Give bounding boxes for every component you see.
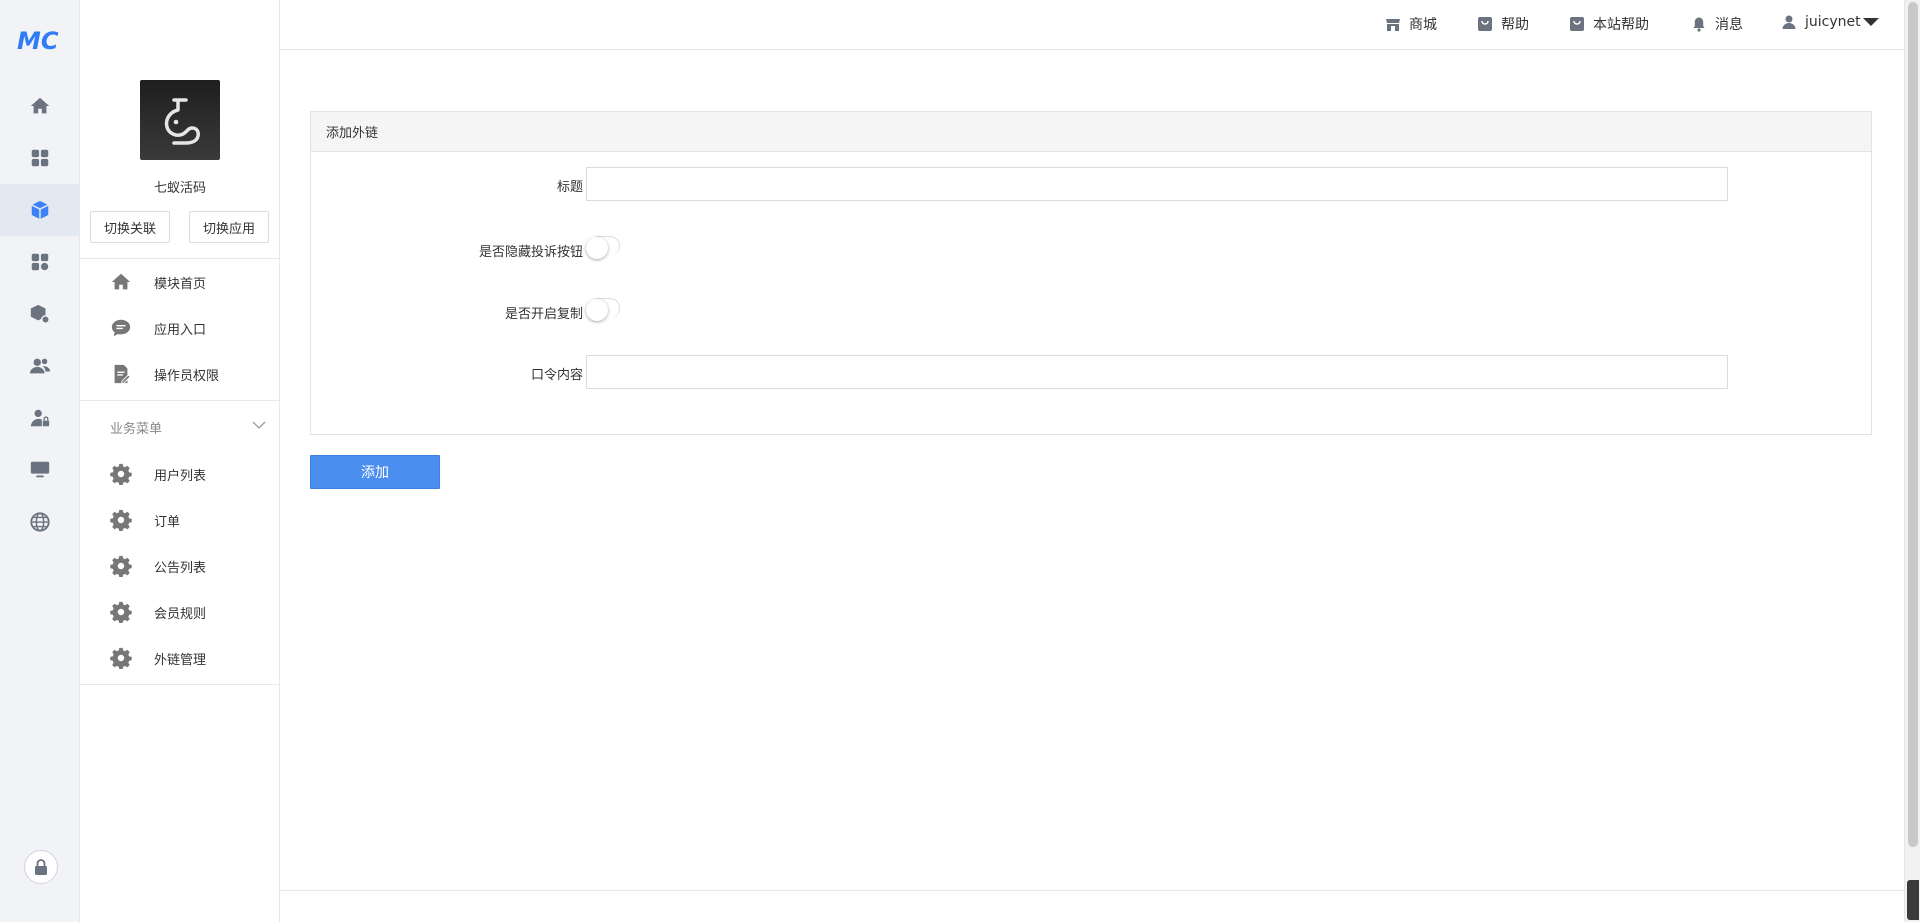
- topbar-link-site-help[interactable]: 本站帮助: [1569, 14, 1649, 34]
- nav-item-app-entry[interactable]: 应用入口: [80, 306, 280, 350]
- topbar-link-label: 本站帮助: [1593, 17, 1649, 33]
- icon-rail: MC: [0, 0, 80, 922]
- topbar-link-messages[interactable]: 消息: [1691, 14, 1743, 34]
- rail-modules[interactable]: [0, 184, 80, 236]
- rail-grid[interactable]: [0, 132, 80, 184]
- footer-divider: [280, 890, 1904, 891]
- toggle-knob: [586, 237, 608, 259]
- nav-item-external-links[interactable]: 外链管理: [80, 636, 280, 680]
- store-icon: [1386, 19, 1400, 31]
- brand-logo[interactable]: MC: [15, 26, 65, 54]
- app-logo-icon: [164, 98, 200, 145]
- rail-apps[interactable]: [0, 236, 80, 288]
- hide-complaint-toggle[interactable]: [586, 236, 620, 259]
- switch-app-button[interactable]: 切换应用: [189, 211, 269, 243]
- nav-item-label: 应用入口: [154, 322, 207, 338]
- lock-screen-button[interactable]: [24, 850, 58, 884]
- nav-item-label: 操作员权限: [154, 368, 220, 384]
- chevron-down-icon[interactable]: [252, 418, 266, 432]
- switch-link-button[interactable]: 切换关联: [90, 211, 170, 243]
- title-input[interactable]: [586, 167, 1728, 201]
- nav-item-label: 用户列表: [154, 468, 207, 484]
- gear-icon: [110, 463, 132, 485]
- module-name: 七蚁活码: [153, 181, 206, 196]
- password-input[interactable]: [586, 355, 1728, 389]
- nav-item-module-home[interactable]: 模块首页: [80, 260, 280, 304]
- divider: [80, 684, 280, 685]
- nav-item-label: 会员规则: [154, 606, 207, 622]
- nav-item-label: 模块首页: [154, 276, 207, 292]
- add-external-link-panel: 添加外链 标题 是否隐藏投诉按钮 是否开启复制 口令内容: [310, 111, 1872, 435]
- rail-user-permissions[interactable]: [0, 392, 80, 444]
- rail-globe[interactable]: [0, 496, 80, 548]
- user-icon: [1782, 15, 1796, 29]
- divider: [80, 258, 280, 259]
- caret-down-icon: [1862, 18, 1879, 26]
- mc-logo-icon: MC: [17, 27, 59, 54]
- rail-monitor[interactable]: [0, 444, 80, 496]
- user-lock-icon: [30, 409, 50, 427]
- edit-doc-icon: [110, 363, 132, 385]
- nav-item-announcements[interactable]: 公告列表: [80, 544, 280, 588]
- add-button[interactable]: 添加: [310, 455, 440, 489]
- toggle-knob: [586, 299, 608, 321]
- panel-title: 添加外链: [311, 112, 1871, 152]
- rail-users[interactable]: [0, 340, 80, 392]
- nav-item-orders[interactable]: 订单: [80, 498, 280, 542]
- module-logo: [140, 80, 220, 160]
- title-label: 标题: [556, 180, 583, 195]
- nav-item-label: 外链管理: [154, 652, 207, 668]
- rail-box-settings[interactable]: [0, 288, 80, 340]
- topbar-link-label: 消息: [1715, 17, 1743, 33]
- page-scrollbar[interactable]: [1904, 0, 1920, 922]
- apps-icon: [31, 253, 49, 271]
- box-gear-icon: [30, 304, 50, 324]
- user-menu[interactable]: juicynet: [1781, 14, 1879, 30]
- topbar-link-label: 帮助: [1501, 17, 1529, 33]
- username: juicynet: [1805, 14, 1861, 30]
- home-icon: [110, 271, 132, 293]
- home-icon: [30, 97, 50, 114]
- gear-icon: [110, 509, 132, 531]
- topbar-link-store[interactable]: 商城: [1385, 14, 1437, 34]
- chat-icon: [110, 317, 132, 339]
- monitor-icon: [30, 461, 50, 478]
- hide-complaint-label: 是否隐藏投诉按钮: [478, 245, 583, 260]
- top-bar: 菜单 商城 帮助 本站帮助 消息 juicynet: [80, 0, 1904, 50]
- topbar-link-help[interactable]: 帮助: [1477, 14, 1529, 34]
- svg-text:MC: MC: [17, 27, 59, 54]
- password-label: 口令内容: [530, 368, 583, 383]
- enable-copy-toggle[interactable]: [586, 298, 620, 321]
- nav-item-operator-permissions[interactable]: 操作员权限: [80, 352, 280, 396]
- divider: [80, 400, 280, 401]
- module-sidebar: 七蚁活码 切换关联 切换应用 模块首页 应用入口 操作员权限 业务菜单 用户列表…: [80, 0, 280, 922]
- lock-icon: [35, 859, 47, 875]
- scrollbar-thumb[interactable]: [1908, 2, 1918, 847]
- group-title: 业务菜单: [110, 422, 163, 437]
- grid-icon: [31, 149, 49, 167]
- nav-item-label: 订单: [154, 514, 181, 530]
- gear-icon: [110, 555, 132, 577]
- gear-icon: [110, 647, 132, 669]
- rail-home[interactable]: [0, 80, 80, 132]
- enable-copy-label: 是否开启复制: [504, 307, 583, 322]
- nav-item-member-rules[interactable]: 会员规则: [80, 590, 280, 634]
- users-icon: [29, 358, 51, 374]
- gear-icon: [110, 601, 132, 623]
- cube-icon: [31, 200, 49, 220]
- nav-item-label: 公告列表: [154, 560, 207, 576]
- nav-item-user-list[interactable]: 用户列表: [80, 452, 280, 496]
- bag-icon: [1478, 17, 1492, 31]
- scrollbar-corner: [1907, 880, 1919, 920]
- topbar-link-label: 商城: [1409, 17, 1437, 33]
- globe-icon: [30, 512, 50, 532]
- bag-icon: [1570, 17, 1584, 31]
- bell-icon: [1693, 17, 1705, 32]
